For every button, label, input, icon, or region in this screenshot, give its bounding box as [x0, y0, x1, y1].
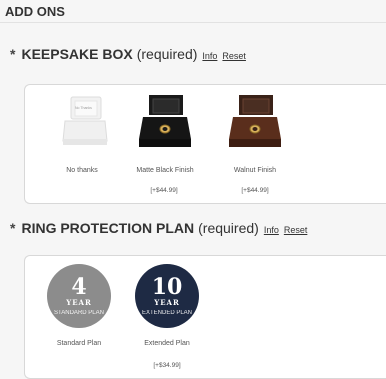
option-label: No thanks — [66, 167, 98, 174]
required-asterisk: * — [10, 46, 16, 62]
required-label: (required) — [198, 220, 259, 236]
clear-box-icon — [62, 96, 108, 145]
protection-options-panel: 4 YEAR STANDARD PLAN Standard Plan 10 YE… — [24, 255, 386, 379]
black-box-icon — [139, 95, 191, 147]
protection-group-title: * RING PROTECTION PLAN (required) Info Reset — [10, 220, 307, 236]
option-label: Extended Plan — [144, 340, 190, 347]
option-price: [+$44.99] — [150, 187, 178, 194]
keepsake-option-matte-black[interactable] — [135, 91, 195, 153]
badge-subtitle: STANDARD PLAN — [54, 309, 104, 316]
section-title: ADD ONS — [5, 4, 65, 19]
keepsake-option-walnut[interactable] — [225, 91, 285, 153]
option-label: Standard Plan — [56, 340, 102, 347]
required-asterisk: * — [10, 220, 16, 236]
walnut-box-icon — [229, 95, 281, 147]
protection-reset-link[interactable]: Reset — [284, 225, 308, 235]
protection-option-standard[interactable]: 4 YEAR STANDARD PLAN — [47, 264, 111, 328]
keepsake-option-no-thanks[interactable]: No Thanks — [57, 93, 113, 153]
option-price: [+$34.99] — [153, 362, 181, 369]
option-label: Walnut Finish — [233, 167, 277, 174]
option-label: Matte Black Finish — [136, 167, 194, 174]
section-divider — [0, 22, 386, 23]
protection-info-link[interactable]: Info — [264, 225, 279, 235]
protection-option-extended[interactable]: 10 YEAR EXTENDED PLAN — [135, 264, 199, 328]
box-inner-text: No Thanks — [75, 106, 92, 110]
option-price: [+$44.99] — [241, 187, 269, 194]
badge-subtitle: EXTENDED PLAN — [141, 309, 192, 316]
required-label: (required) — [136, 46, 198, 62]
keepsake-title: KEEPSAKE BOX — [21, 46, 133, 62]
protection-title: RING PROTECTION PLAN — [21, 220, 195, 236]
keepsake-reset-link[interactable]: Reset — [222, 51, 246, 61]
badge-year: YEAR — [66, 297, 92, 307]
keepsake-options-panel: No Thanks No thanks Matte Black Finish [… — [24, 84, 386, 204]
keepsake-group-title: * KEEPSAKE BOX (required) Info Reset — [10, 46, 246, 62]
keepsake-info-link[interactable]: Info — [202, 51, 217, 61]
badge-year: YEAR — [154, 297, 180, 307]
badge-number: 4 — [71, 273, 87, 300]
badge-number: 10 — [151, 273, 183, 300]
